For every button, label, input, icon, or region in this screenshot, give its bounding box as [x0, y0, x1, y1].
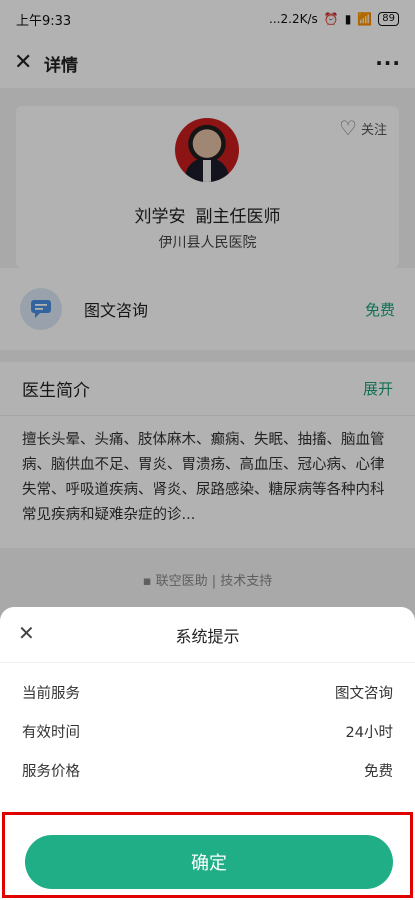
row-value: 24小时: [345, 725, 393, 741]
sheet-header: ✕ 系统提示: [0, 607, 415, 663]
info-row: 服务价格 免费: [0, 751, 415, 790]
close-icon[interactable]: ✕: [18, 621, 35, 645]
row-label: 服务价格: [22, 764, 80, 780]
sheet-rows: 当前服务 图文咨询 有效时间 24小时 服务价格 免费: [0, 663, 415, 790]
confirm-button[interactable]: 确定: [25, 835, 393, 889]
row-value: 免费: [364, 764, 393, 780]
info-row: 有效时间 24小时: [0, 712, 415, 751]
row-value: 图文咨询: [335, 686, 393, 702]
sheet-title: 系统提示: [175, 626, 240, 646]
info-row: 当前服务 图文咨询: [0, 673, 415, 712]
row-label: 当前服务: [22, 686, 80, 702]
row-label: 有效时间: [22, 725, 80, 741]
confirm-highlight: 确定: [2, 812, 413, 898]
